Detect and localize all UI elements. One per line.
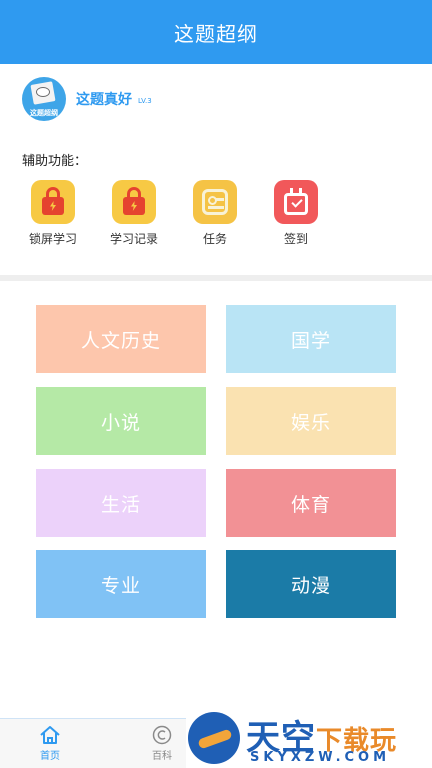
bottom-tab-bar: 首页 百科 <box>0 718 200 768</box>
copyright-icon <box>152 725 172 745</box>
avatar-mascot-graphic <box>36 87 50 97</box>
home-icon <box>40 726 60 744</box>
user-profile[interactable]: 这题超纲 这题真好 LV.3 <box>22 77 152 121</box>
category-button[interactable]: 动漫 <box>226 550 396 618</box>
watermark-url: SKYXZW.COM <box>250 750 391 765</box>
top-bar: 这题超纲 <box>0 0 432 64</box>
category-button[interactable]: 专业 <box>36 550 206 618</box>
page-title: 这题超纲 <box>174 21 258 46</box>
task-list-icon <box>193 180 237 224</box>
avatar-caption: 这题超纲 <box>30 109 58 117</box>
avatar[interactable]: 这题超纲 <box>22 77 66 121</box>
category-button[interactable]: 人文历史 <box>36 305 206 373</box>
calendar-check-icon <box>274 180 318 224</box>
category-button[interactable]: 娱乐 <box>226 387 396 455</box>
tab-label: 首页 <box>40 751 60 762</box>
tool-study-record[interactable]: 学习记录 <box>104 180 164 247</box>
user-level-badge: LV.3 <box>138 97 152 105</box>
tool-check-in[interactable]: 签到 <box>266 180 326 247</box>
username: 这题真好 <box>76 92 132 108</box>
tab-home[interactable]: 首页 <box>0 719 100 768</box>
category-button[interactable]: 体育 <box>226 469 396 537</box>
category-button[interactable]: 国学 <box>226 305 396 373</box>
assist-section-label: 辅助功能： <box>22 154 88 169</box>
tool-label: 学习记录 <box>109 232 158 246</box>
category-button[interactable]: 生活 <box>36 469 206 537</box>
tool-lock-screen-study[interactable]: 锁屏学习 <box>23 180 83 247</box>
category-button[interactable]: 小说 <box>36 387 206 455</box>
tool-tasks[interactable]: 任务 <box>185 180 245 247</box>
lock-icon <box>31 180 75 224</box>
tool-label: 锁屏学习 <box>28 232 77 246</box>
tool-label: 签到 <box>283 232 308 246</box>
watermark-logo-icon <box>188 712 240 764</box>
watermark: 天空下载玩 SKYXZW.COM <box>186 706 432 768</box>
section-divider <box>0 275 432 281</box>
tool-label: 任务 <box>202 232 227 246</box>
lock-icon <box>112 180 156 224</box>
